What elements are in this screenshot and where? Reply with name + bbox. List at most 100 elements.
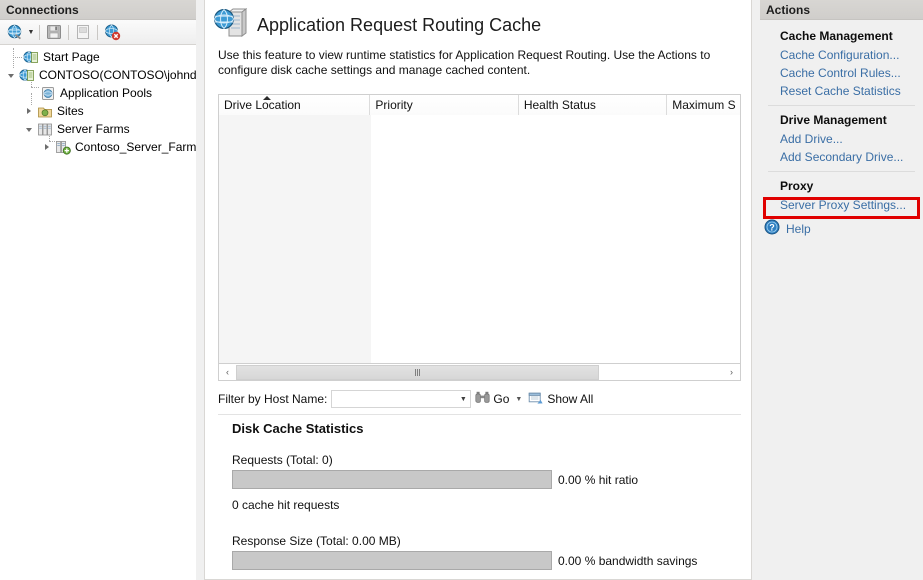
sort-ascending-icon bbox=[263, 96, 271, 100]
response-size-progress-bar bbox=[232, 551, 552, 570]
go-dropdown-caret-icon[interactable]: ▼ bbox=[513, 396, 524, 403]
show-all-icon bbox=[528, 391, 544, 408]
start-page-icon[interactable] bbox=[72, 22, 94, 43]
actions-header: Actions bbox=[760, 0, 923, 20]
filter-host-name-input[interactable]: ▼ bbox=[331, 390, 471, 408]
connect-dropdown-caret[interactable]: ▼ bbox=[26, 22, 36, 43]
binoculars-icon bbox=[475, 391, 490, 407]
content-panel: Application Request Routing Cache Use th… bbox=[204, 0, 752, 580]
expander-collapsed-icon[interactable] bbox=[40, 138, 54, 156]
go-button[interactable]: Go bbox=[471, 389, 513, 409]
column-label: Health Status bbox=[524, 98, 596, 112]
statistics-title: Disk Cache Statistics bbox=[232, 421, 741, 440]
server-farm-icon bbox=[54, 139, 72, 155]
action-add-drive[interactable]: Add Drive... bbox=[760, 130, 923, 148]
column-header-maximum-size[interactable]: Maximum S bbox=[667, 95, 740, 115]
disk-cache-statistics-section: Disk Cache Statistics Requests (Total: 0… bbox=[218, 414, 741, 580]
actions-group-title-proxy: Proxy bbox=[760, 176, 923, 196]
listview-body[interactable] bbox=[219, 115, 740, 363]
scrollbar-track[interactable] bbox=[236, 365, 723, 380]
expander-collapsed-icon[interactable] bbox=[22, 102, 36, 120]
server-farms-icon bbox=[36, 121, 54, 137]
server-icon bbox=[18, 67, 36, 83]
scroll-right-arrow-icon[interactable]: › bbox=[723, 365, 740, 380]
action-add-secondary-drive[interactable]: Add Secondary Drive... bbox=[760, 148, 923, 166]
tree-item-server-farms[interactable]: Server Farms bbox=[0, 120, 196, 138]
actions-separator-2 bbox=[768, 171, 915, 172]
actions-group-title-drive-management: Drive Management bbox=[760, 110, 923, 130]
requests-hit-ratio-label: 0.00 % hit ratio bbox=[558, 473, 638, 487]
save-icon[interactable] bbox=[43, 22, 65, 43]
tree-item-sites[interactable]: Sites bbox=[0, 102, 196, 120]
tree-item-start-page[interactable]: Start Page bbox=[0, 48, 196, 66]
tree-item-label: Application Pools bbox=[57, 86, 152, 100]
tree-item-application-pools[interactable]: Application Pools bbox=[0, 84, 196, 102]
actions-separator-1 bbox=[768, 105, 915, 106]
page-description: Use this feature to view runtime statist… bbox=[205, 42, 740, 78]
tree-item-contoso-server-farm[interactable]: Contoso_Server_Farm bbox=[0, 138, 196, 156]
column-label: Maximum S bbox=[672, 98, 735, 112]
help-icon: ? bbox=[764, 219, 780, 238]
application-pools-icon bbox=[39, 85, 57, 101]
tree-item-label: Server Farms bbox=[54, 122, 130, 136]
connections-panel: Connections ▼ bbox=[0, 0, 196, 580]
connections-toolbar[interactable]: ▼ bbox=[0, 20, 196, 45]
scrollbar-grip-icon bbox=[415, 369, 421, 376]
help-label: Help bbox=[786, 222, 811, 236]
toolbar-separator-2 bbox=[68, 25, 69, 40]
iis-manager-window: Connections ▼ bbox=[0, 0, 923, 580]
sorted-column-tint bbox=[219, 115, 371, 363]
toolbar-separator-1 bbox=[39, 25, 40, 40]
column-label: Drive Location bbox=[224, 98, 301, 112]
actions-header-label: Actions bbox=[766, 3, 810, 17]
column-label: Priority bbox=[375, 98, 412, 112]
go-label: Go bbox=[493, 392, 509, 406]
expander-expanded-icon[interactable] bbox=[4, 66, 18, 84]
tree-item-label: Sites bbox=[54, 104, 84, 118]
requests-row: 0.00 % hit ratio bbox=[232, 470, 741, 489]
left-splitter[interactable] bbox=[196, 0, 204, 580]
column-header-health-status[interactable]: Health Status bbox=[519, 95, 667, 115]
connections-header-label: Connections bbox=[6, 3, 79, 17]
connections-tree[interactable]: Start Page CONTOSO(CONTOSO\johnd bbox=[0, 46, 196, 580]
tree-item-label: CONTOSO(CONTOSO\johnd bbox=[36, 68, 196, 82]
connections-header: Connections bbox=[0, 0, 196, 20]
cache-drives-listview[interactable]: Drive Location Priority Health Status Ma… bbox=[218, 94, 741, 364]
action-cache-control-rules[interactable]: Cache Control Rules... bbox=[760, 64, 923, 82]
response-size-label: Response Size (Total: 0.00 MB) bbox=[232, 512, 741, 551]
expander-expanded-icon[interactable] bbox=[22, 120, 36, 138]
help-item[interactable]: ? Help bbox=[760, 214, 923, 238]
column-header-drive-location[interactable]: Drive Location bbox=[219, 95, 370, 115]
filter-label: Filter by Host Name: bbox=[218, 392, 331, 406]
tree-item-label: Contoso_Server_Farm bbox=[72, 140, 196, 154]
chevron-down-icon[interactable]: ▼ bbox=[456, 391, 470, 407]
toolbar-separator-3 bbox=[97, 25, 98, 40]
requests-label: Requests (Total: 0) bbox=[232, 440, 741, 470]
scroll-left-arrow-icon[interactable]: ‹ bbox=[219, 365, 236, 380]
requests-progress-bar bbox=[232, 470, 552, 489]
actions-group-title-cache-management: Cache Management bbox=[760, 26, 923, 46]
show-all-button[interactable]: Show All bbox=[524, 389, 597, 409]
svg-text:?: ? bbox=[769, 223, 775, 233]
sites-icon bbox=[36, 103, 54, 119]
tree-item-label: Start Page bbox=[40, 50, 100, 64]
action-reset-cache-statistics[interactable]: Reset Cache Statistics bbox=[760, 82, 923, 100]
cache-hit-requests-label: 0 cache hit requests bbox=[232, 489, 741, 512]
listview-header[interactable]: Drive Location Priority Health Status Ma… bbox=[219, 95, 740, 115]
column-header-priority[interactable]: Priority bbox=[370, 95, 518, 115]
action-cache-configuration[interactable]: Cache Configuration... bbox=[760, 46, 923, 64]
tree-item-contoso-server[interactable]: CONTOSO(CONTOSO\johnd bbox=[0, 66, 196, 84]
disconnect-icon[interactable] bbox=[101, 22, 123, 43]
scrollbar-thumb[interactable] bbox=[236, 365, 599, 380]
start-page-icon bbox=[22, 49, 40, 65]
response-size-row: 0.00 % bandwidth savings bbox=[232, 551, 741, 570]
page-title: Application Request Routing Cache bbox=[247, 15, 541, 36]
actions-list: Cache Management Cache Configuration... … bbox=[760, 20, 923, 238]
action-server-proxy-settings[interactable]: Server Proxy Settings... bbox=[760, 196, 923, 214]
arr-cache-icon bbox=[213, 8, 247, 43]
filter-bar: Filter by Host Name: ▼ Go ▼ bbox=[218, 388, 741, 410]
actions-panel: Actions Cache Management Cache Configura… bbox=[760, 0, 923, 580]
listview-horizontal-scrollbar[interactable]: ‹ › bbox=[218, 364, 741, 381]
connect-to-icon[interactable] bbox=[4, 22, 26, 43]
show-all-label: Show All bbox=[547, 392, 593, 406]
